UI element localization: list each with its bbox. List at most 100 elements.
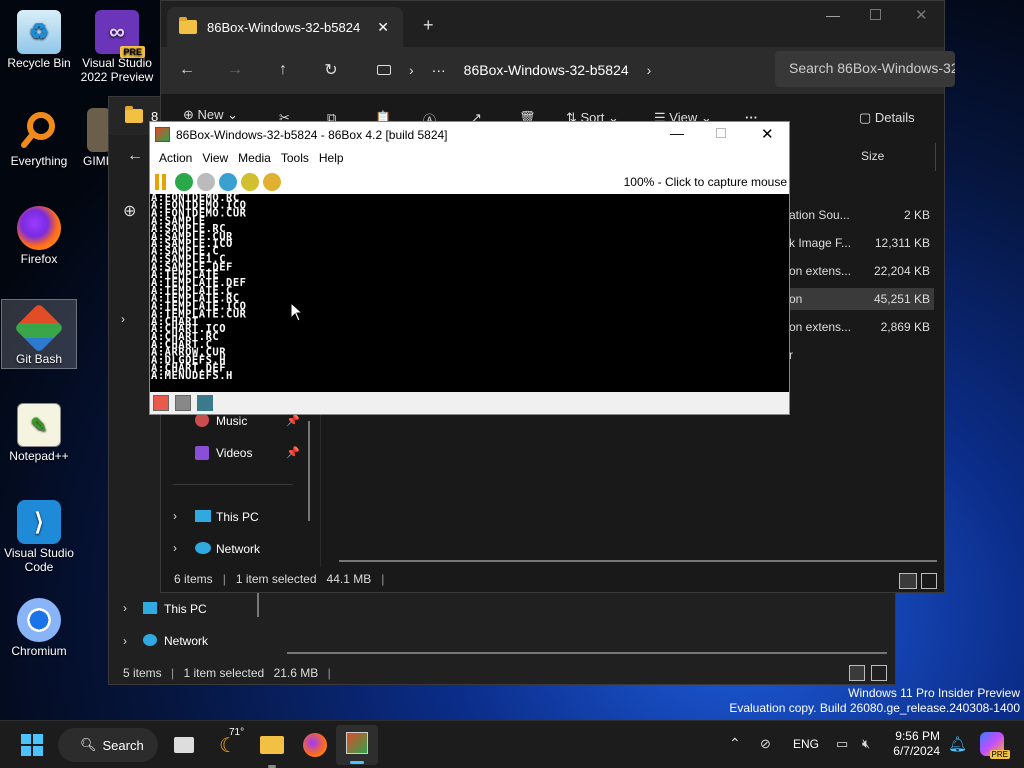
desktop-icon-visual-studio[interactable]: ∞ PRE Visual Studio 2022 Preview <box>79 4 155 84</box>
taskbar-firefox[interactable] <box>299 729 331 761</box>
file-row[interactable]: on extens... 22,204 KB <box>789 260 934 282</box>
display-icon[interactable]: ▭ <box>836 736 848 752</box>
file-row[interactable]: on extens... 2,869 KB <box>789 316 934 338</box>
file-row[interactable]: ation Sou... 2 KB <box>789 204 934 226</box>
close-window-icon[interactable]: ✕ <box>761 125 774 143</box>
breadcrumb[interactable]: 86Box-Windows-32-b5824 <box>464 62 629 78</box>
chevron-right-icon[interactable]: › <box>173 541 177 555</box>
emulator-window[interactable]: 86Box-Windows-32-b5824 - 86Box 4.2 [buil… <box>149 121 790 415</box>
power-icon[interactable] <box>197 172 215 191</box>
details-pane-button[interactable]: ▢ Details <box>859 110 915 126</box>
chevron-right-icon[interactable]: › <box>123 601 127 615</box>
reset-icon[interactable] <box>175 172 193 191</box>
sidebar-item-network[interactable]: Network <box>164 634 208 648</box>
taskbar-86box-active[interactable] <box>336 725 378 765</box>
windows-watermark: Windows 11 Pro Insider Preview Evaluatio… <box>729 686 1020 715</box>
minimize-icon[interactable]: — <box>670 125 684 141</box>
details-view-icon[interactable] <box>849 665 865 681</box>
hard-disk-icon[interactable] <box>175 395 191 411</box>
sidebar-item-this-pc[interactable]: This PC <box>164 602 207 616</box>
clock[interactable]: 9:56 PM 6/7/2024 <box>882 729 940 759</box>
pin-icon[interactable]: 📌 <box>286 414 300 427</box>
new-tab-button[interactable]: + <box>423 15 434 36</box>
recycle-bin-icon: ♻ <box>17 10 61 54</box>
horizontal-scrollbar[interactable] <box>287 652 887 654</box>
emulator-screen[interactable]: A:FONTDEMO.RC A:FONTDEMO.ICO A:FONTDEMO.… <box>150 194 789 394</box>
chevron-right-icon[interactable]: › <box>121 312 125 326</box>
desktop-icon-firefox[interactable]: Firefox <box>1 200 77 266</box>
maximize-icon[interactable] <box>716 128 726 138</box>
menu-view[interactable]: View <box>197 148 233 168</box>
file-row[interactable]: r <box>789 344 934 366</box>
notification-bell-icon[interactable]: 🔔︎ <box>948 735 967 753</box>
git-bash-icon <box>14 303 64 353</box>
floppy-drive-icon[interactable] <box>153 395 169 411</box>
tiles-view-icon[interactable] <box>921 573 937 589</box>
folder-icon <box>125 106 143 123</box>
pin-icon[interactable]: 📌 <box>286 446 300 459</box>
search-input[interactable]: Search 86Box-Windows-32-b5824 <box>775 51 955 87</box>
settings-icon[interactable] <box>263 172 281 191</box>
desktop-icon-git-bash[interactable]: Git Bash <box>1 299 77 369</box>
file-row-selected[interactable]: on 45,251 KB <box>789 288 934 310</box>
sidebar-scrollbar[interactable] <box>308 421 310 521</box>
ctrl-alt-esc-icon[interactable] <box>241 172 259 191</box>
sidebar-item-music[interactable]: Music <box>216 414 247 428</box>
taskbar-file-explorer[interactable] <box>256 729 288 761</box>
task-view-button[interactable] <box>168 729 200 761</box>
folder-icon <box>179 17 197 34</box>
sidebar-item-videos[interactable]: Videos <box>216 446 252 460</box>
emulator-menubar: Action View Media Tools Help <box>150 148 789 168</box>
close-tab-icon[interactable]: ✕ <box>377 19 389 36</box>
chevron-right-icon[interactable]: › <box>647 62 652 78</box>
taskbar-search[interactable]: 🔍︎ Search <box>58 728 158 762</box>
horizontal-scrollbar[interactable] <box>339 560 937 562</box>
sidebar-item-network[interactable]: Network <box>216 542 260 556</box>
chevron-right-icon[interactable]: › <box>173 509 177 523</box>
chromium-icon <box>17 598 61 642</box>
chevron-right-icon[interactable]: › <box>123 634 127 648</box>
emulator-toolbar: 100% - Click to capture mouse <box>150 170 789 193</box>
copilot-icon[interactable]: PRE <box>980 732 1010 759</box>
details-view-icon[interactable] <box>899 573 917 589</box>
task-view-icon <box>174 737 194 753</box>
weather-widget[interactable]: ☾ 71° <box>212 727 244 761</box>
up-arrow-icon[interactable]: ↑ <box>259 61 307 79</box>
menu-tools[interactable]: Tools <box>276 148 314 168</box>
menu-media[interactable]: Media <box>233 148 276 168</box>
address-bar[interactable]: › ··· 86Box-Windows-32-b5824 › <box>367 54 767 86</box>
firefox-icon <box>303 733 327 757</box>
screen-text: A:FONTDEMO.RC A:FONTDEMO.ICO A:FONTDEMO.… <box>151 194 247 382</box>
back-arrow-icon[interactable]: ← <box>127 147 143 165</box>
sound-icon[interactable] <box>197 395 213 411</box>
forward-arrow-icon[interactable]: → <box>211 61 259 79</box>
chevron-up-icon[interactable]: ⌃ <box>729 735 741 752</box>
ctrl-alt-del-icon[interactable] <box>219 172 237 191</box>
add-icon[interactable]: ⊕ <box>123 201 136 221</box>
column-header-size[interactable]: Size <box>861 149 884 163</box>
breadcrumb-overflow[interactable]: ··· <box>432 62 446 78</box>
explorer-tab[interactable]: 86Box-Windows-32-b5824 ✕ <box>167 7 403 47</box>
tiles-view-icon[interactable] <box>871 665 887 681</box>
desktop-icon-everything[interactable]: Everything <box>1 102 77 168</box>
file-row[interactable]: k Image F... 12,311 KB <box>789 232 934 254</box>
desktop-icon-label: Chromium <box>11 644 67 658</box>
desktop-icon-vscode[interactable]: ⟩ Visual Studio Code <box>1 494 77 574</box>
sidebar-item-this-pc[interactable]: This PC <box>216 510 259 524</box>
menu-help[interactable]: Help <box>314 148 349 168</box>
language-indicator[interactable]: ENG <box>793 737 819 751</box>
minimize-icon[interactable]: — <box>826 7 840 23</box>
vscode-icon: ⟩ <box>17 500 61 544</box>
volume-muted-icon[interactable]: 🔇︎ <box>862 736 870 752</box>
desktop-icon-chromium[interactable]: Chromium <box>1 592 77 658</box>
back-arrow-icon[interactable]: ← <box>163 61 211 79</box>
desktop-icon-recycle-bin[interactable]: ♻ Recycle Bin <box>1 4 77 70</box>
refresh-icon[interactable]: ↻ <box>307 60 355 80</box>
menu-action[interactable]: Action <box>154 148 197 168</box>
maximize-icon[interactable] <box>870 9 881 20</box>
desktop-icon-notepadpp[interactable]: ✎ Notepad++ <box>1 397 77 463</box>
pause-icon[interactable] <box>155 173 171 190</box>
close-window-icon[interactable]: ✕ <box>915 6 928 24</box>
network-disconnected-icon[interactable]: ⊘ <box>760 736 771 752</box>
start-button[interactable] <box>16 729 48 761</box>
